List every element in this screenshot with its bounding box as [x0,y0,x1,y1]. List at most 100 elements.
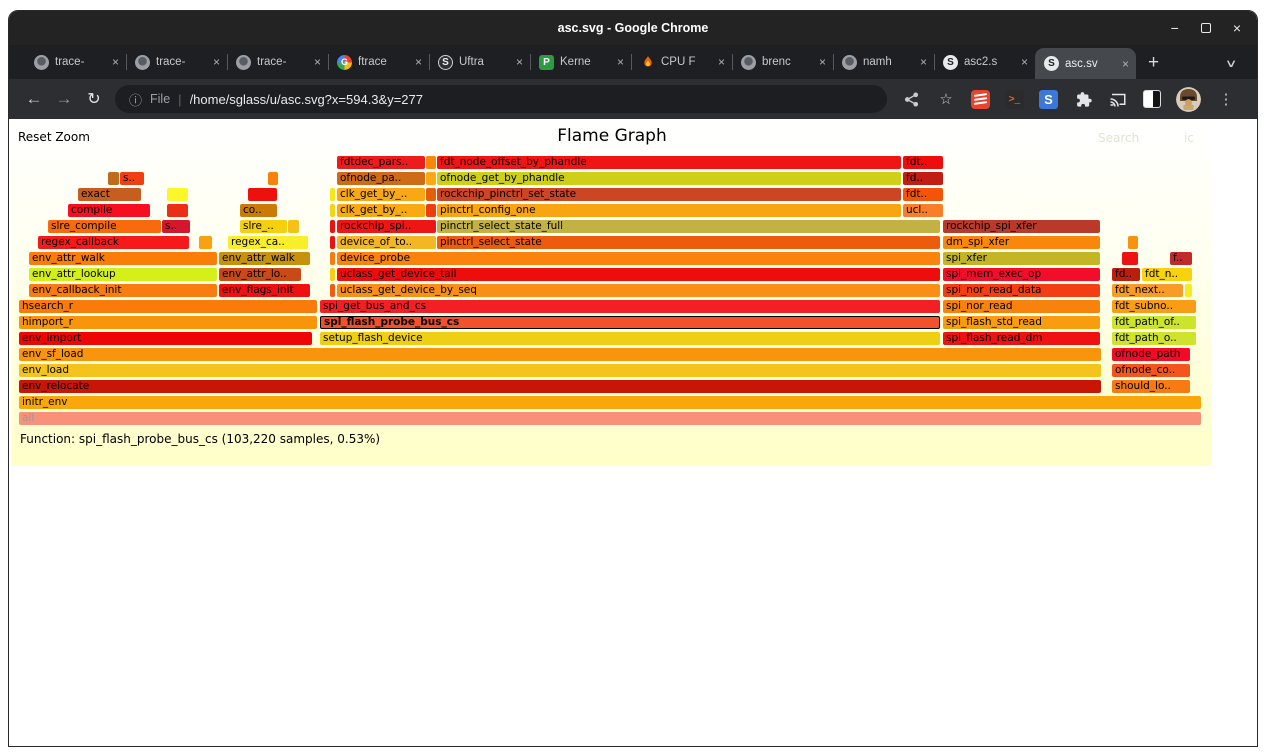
flame-frame-ofnode-get-by-phandle[interactable]: ofnode_get_by_phandle [437,172,901,185]
flame-frame-spi-mem-exec-op[interactable]: spi_mem_exec_op [943,268,1100,281]
tab-close-icon[interactable]: × [112,55,119,69]
tab-ftrace[interactable]: Gftrace× [328,45,429,79]
new-tab-button[interactable]: + [1148,53,1159,72]
close-window-icon[interactable]: × [1233,21,1241,35]
url-text[interactable]: /home/sglass/u/asc.svg?x=594.3&y=277 [190,92,423,107]
tab-namh[interactable]: namh× [833,45,934,79]
flame-frame-s[interactable]: s.. [162,220,190,233]
tab-close-icon[interactable]: × [213,55,220,69]
flame-frame-env-attr-walk[interactable]: env_attr_walk [29,252,217,265]
menu-icon[interactable]: ⋮ [1216,89,1236,109]
tab-close-icon[interactable]: × [415,55,422,69]
flame-frame-env-flags-init[interactable]: env_flags_init [219,284,310,297]
flame-frame-fd[interactable]: fd.. [903,172,943,185]
flame-frame-setup-flash-device[interactable]: setup_flash_device [320,332,940,345]
flame-frame-fdt[interactable]: fdt.. [903,188,943,201]
tab-close-icon[interactable]: × [314,55,321,69]
flame-frame-sliver[interactable] [330,252,335,265]
flame-frame-f[interactable]: f.. [1170,252,1192,265]
flame-frame-sliver[interactable] [426,172,436,185]
bookmark-star-icon[interactable]: ☆ [936,89,956,109]
flame-frame-env-sf-load[interactable]: env_sf_load [19,348,1101,361]
tab-close-icon[interactable]: × [617,55,624,69]
flame-frame-fdt-n[interactable]: fdt_n.. [1142,268,1192,281]
address-bar[interactable]: ⓘ File | /home/sglass/u/asc.svg?x=594.3&… [115,85,887,113]
minimize-icon[interactable]: − [1171,21,1179,35]
tab-close-icon[interactable]: × [819,55,826,69]
flame-frame-fd[interactable]: fd.. [1112,268,1140,281]
flame-frame-fdt-next[interactable]: fdt_next.. [1112,284,1183,297]
flame-frame-pinctrl-config-one[interactable]: pinctrl_config_one [437,204,901,217]
flame-frame-s[interactable]: s.. [120,172,144,185]
tab-brenc[interactable]: brenc× [732,45,833,79]
flame-frame-dm-spi-xfer[interactable]: dm_spi_xfer [943,236,1100,249]
tab-close-icon[interactable]: × [516,55,523,69]
flame-frame-fdt-path-o[interactable]: fdt_path_o.. [1112,332,1196,345]
todoist-extension-icon[interactable] [971,90,990,109]
flame-frame-should-lo[interactable]: should_lo.. [1112,380,1190,393]
flame-frame-sliver[interactable] [268,172,278,185]
flame-frame-sliver[interactable] [330,220,335,233]
tab-trace[interactable]: trace-× [126,45,227,79]
flame-frame-ofnode-pa[interactable]: ofnode_pa.. [337,172,425,185]
flame-frame-sliver[interactable] [330,236,335,249]
flame-frame-spi-flash-std-read[interactable]: spi_flash_std_read [943,316,1100,329]
tab-trace[interactable]: trace-× [25,45,126,79]
flame-frame-regex-callback[interactable]: regex_callback [38,236,189,249]
flame-frame-sliver[interactable] [1128,236,1138,249]
flame-frame-sliver[interactable] [167,188,188,201]
profile-avatar[interactable] [1176,87,1201,112]
tab-trace[interactable]: trace-× [227,45,328,79]
flame-frame-sliver[interactable] [1185,284,1192,297]
tab-asc-sv[interactable]: Sasc.sv× [1035,48,1136,79]
flame-frame-sliver[interactable] [1122,252,1138,265]
share-icon[interactable] [901,89,921,109]
flame-frame-compile[interactable]: compile [68,204,150,217]
flame-frame-rockchip-spi-xfer[interactable]: rockchip_spi_xfer [943,220,1100,233]
flame-frame-uclass-get-device-by-seq[interactable]: uclass_get_device_by_seq [337,284,940,297]
flame-frame-regex-ca[interactable]: regex_ca.. [228,236,308,249]
flame-frame-fdt-node-offset-by-phandle[interactable]: fdt_node_offset_by_phandle [437,156,901,169]
tab-kerne[interactable]: PKerne× [530,45,631,79]
terminal-extension-icon[interactable]: >_ [1005,90,1024,109]
flame-frame-spi-get-bus-and-cs[interactable]: spi_get_bus_and_cs [320,300,940,313]
tab-uftra[interactable]: SUftra× [429,45,530,79]
flame-frame-env-callback-init[interactable]: env_callback_init [29,284,217,297]
flame-frame-sliver[interactable] [426,188,436,201]
tab-close-icon[interactable]: × [1021,55,1028,69]
flame-frame-device-probe[interactable]: device_probe [337,252,940,265]
flame-frame-sliver[interactable] [330,284,335,297]
flame-frame-env-load[interactable]: env_load [19,364,1101,377]
flame-frame-sliver[interactable] [426,204,436,217]
dark-mode-extension-icon[interactable] [1143,90,1161,108]
flame-frame-hsearch-r[interactable]: hsearch_r [19,300,317,313]
flame-frame-pinctrl-select-state[interactable]: pinctrl_select_state [437,236,940,249]
flame-frame-slre-compile[interactable]: slre_compile [48,220,161,233]
flame-frame-fdt-path-of[interactable]: fdt_path_of.. [1112,316,1196,329]
page-info-icon[interactable]: ⓘ [129,90,142,109]
flame-frame-exact[interactable]: exact [78,188,141,201]
flame-frame-ofnode-co[interactable]: ofnode_co.. [1112,364,1190,377]
flame-frame-spl-flash-probe-bus-cs[interactable]: spl_flash_probe_bus_cs [320,316,940,329]
flame-frame-sliver[interactable] [330,204,335,217]
flame-frame-spi-xfer[interactable]: spi_xfer [943,252,1100,265]
tab-cpu-f[interactable]: CPU F× [631,45,732,79]
flame-frame-co[interactable]: co.. [240,204,277,217]
flame-frame-uclass-get-device-tail[interactable]: uclass_get_device_tail [337,268,940,281]
reload-icon[interactable]: ↻ [79,89,109,109]
extensions-puzzle-icon[interactable] [1073,89,1093,109]
flame-frame-env-relocate[interactable]: env_relocate [19,380,1101,393]
flame-frame-sliver[interactable] [426,156,436,169]
flame-frame-spi-flash-read-dm[interactable]: spi_flash_read_dm [943,332,1100,345]
session-extension-icon[interactable]: S [1039,90,1058,109]
flame-frame-sliver[interactable] [330,268,335,281]
tab-close-icon[interactable]: × [718,55,725,69]
flame-frame-himport-r[interactable]: himport_r [19,316,317,329]
flame-frame-fdtdec-pars[interactable]: fdtdec_pars.. [337,156,425,169]
flame-frame-slre[interactable]: slre_.. [240,220,287,233]
flame-frame-rockchip-spi[interactable]: rockchip_spi.. [337,220,436,233]
flame-frame-pinctrl-select-state-full[interactable]: pinctrl_select_state_full [437,220,940,233]
tab-close-icon[interactable]: × [920,55,927,69]
tab-asc2-s[interactable]: Sasc2.s× [934,45,1035,79]
flame-frame-fdt[interactable]: fdt.. [903,156,943,169]
